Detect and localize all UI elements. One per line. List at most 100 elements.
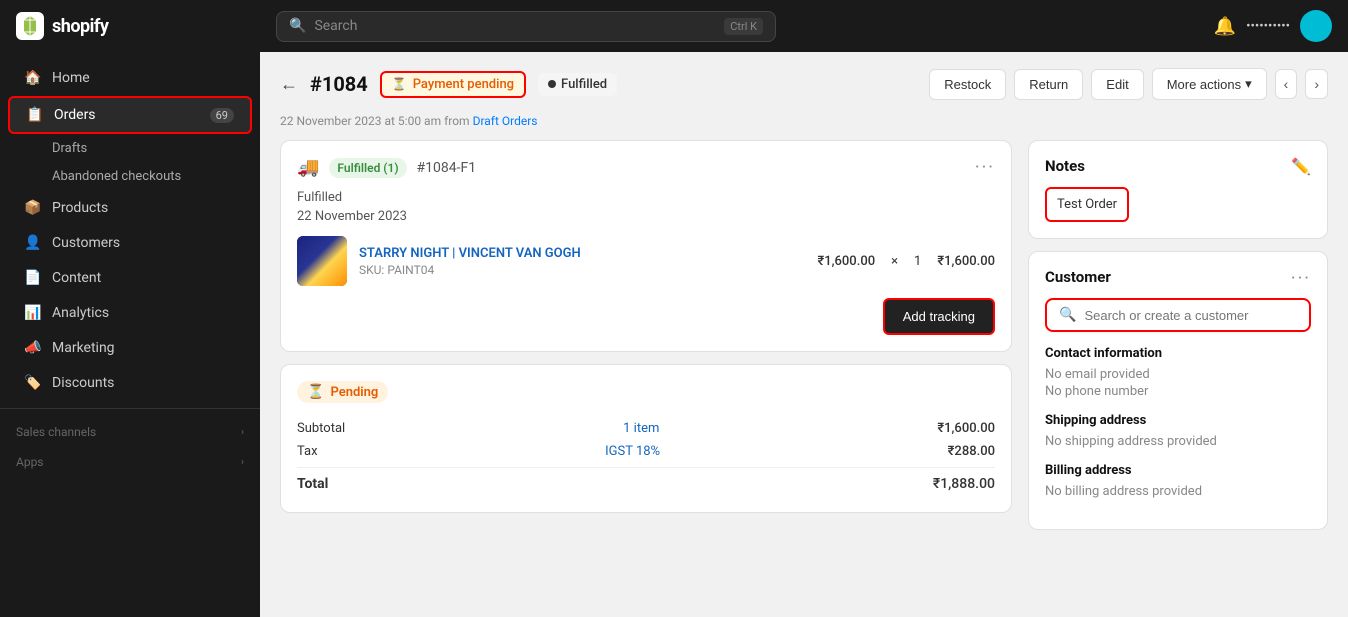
- sidebar-item-analytics[interactable]: 📊 Analytics: [8, 296, 252, 330]
- sidebar-item-content[interactable]: 📄 Content: [8, 261, 252, 295]
- tax-label: Tax: [297, 444, 318, 459]
- sidebar-item-products[interactable]: 📦 Products: [8, 191, 252, 225]
- tax-name: IGST 18%: [605, 444, 660, 459]
- sidebar-item-customers[interactable]: 👤 Customers: [8, 226, 252, 260]
- search-customer-input[interactable]: [1084, 308, 1297, 323]
- sidebar: shopify 🏠 Home 📋 Orders 69 Drafts Abando…: [0, 0, 260, 617]
- two-col-layout: 🚚 Fulfilled (1) #1084-F1 ··· Fulfilled 2…: [280, 140, 1328, 601]
- order-header: ← #1084 ⏳ Payment pending Fulfilled Rest…: [280, 68, 1328, 100]
- customer-card: ··· Customer 🔍 Contact information No em…: [1028, 251, 1328, 530]
- fulfilled-card: 🚚 Fulfilled (1) #1084-F1 ··· Fulfilled 2…: [280, 140, 1012, 352]
- sidebar-item-orders[interactable]: 📋 Orders 69: [8, 96, 252, 134]
- tax-row: Tax IGST 18% ₹288.00: [297, 440, 995, 463]
- fulfilled-order-id: #1084-F1: [417, 160, 477, 176]
- truck-icon: 🚚: [297, 157, 319, 178]
- sidebar-label-marketing: Marketing: [52, 340, 115, 356]
- search-customer-field[interactable]: 🔍: [1045, 298, 1311, 332]
- apps-label: Apps: [16, 455, 44, 469]
- product-name[interactable]: STARRY NIGHT | VINCENT VAN GOGH: [359, 246, 805, 261]
- no-billing-text: No billing address provided: [1045, 484, 1311, 499]
- pending-icon: ⏳: [307, 384, 324, 400]
- analytics-icon: 📊: [24, 304, 42, 322]
- more-actions-label: More actions: [1167, 77, 1241, 92]
- subtotal-value: ₹1,600.00: [937, 421, 995, 436]
- customer-more-icon[interactable]: ···: [1291, 268, 1311, 289]
- billing-title: Billing address: [1045, 463, 1311, 478]
- order-source-link[interactable]: Draft Orders: [473, 114, 538, 128]
- user-name: ••••••••••: [1246, 19, 1290, 34]
- sidebar-label-content: Content: [52, 270, 101, 286]
- add-tracking-button[interactable]: Add tracking: [883, 298, 995, 335]
- back-button[interactable]: ←: [280, 74, 298, 95]
- col-main: 🚚 Fulfilled (1) #1084-F1 ··· Fulfilled 2…: [280, 140, 1012, 601]
- sidebar-item-drafts[interactable]: Drafts: [8, 135, 252, 162]
- chevron-right-icon-apps: ›: [241, 457, 244, 468]
- sidebar-sales-channels[interactable]: Sales channels ›: [0, 417, 260, 447]
- subtotal-label: Subtotal: [297, 421, 345, 436]
- sidebar-item-abandoned[interactable]: Abandoned checkouts: [8, 163, 252, 190]
- sidebar-item-discounts[interactable]: 🏷️ Discounts: [8, 366, 252, 400]
- col-side: Notes ✏️ Test Order ··· Customer 🔍 Conta…: [1028, 140, 1328, 601]
- next-order-button[interactable]: ›: [1305, 69, 1328, 99]
- bell-icon[interactable]: 🔔: [1214, 16, 1236, 37]
- sidebar-label-drafts: Drafts: [52, 141, 87, 156]
- total-label: Total: [297, 476, 328, 492]
- app-name: shopify: [52, 16, 108, 37]
- fulfilled-date-text: 22 November 2023: [297, 209, 995, 224]
- sidebar-label-analytics: Analytics: [52, 305, 109, 321]
- billing-section: Billing address No billing address provi…: [1045, 463, 1311, 499]
- subtotal-qty: 1 item: [623, 421, 659, 436]
- order-header-actions: Restock Return Edit More actions ▾ ‹ ›: [929, 68, 1328, 100]
- topbar: 🔍 Search Ctrl K 🔔 ••••••••••: [260, 0, 1348, 52]
- sidebar-apps[interactable]: Apps ›: [0, 447, 260, 477]
- more-actions-button[interactable]: More actions ▾: [1152, 68, 1267, 100]
- search-bar[interactable]: 🔍 Search Ctrl K: [276, 11, 776, 42]
- fulfillment-status-label: Fulfilled: [561, 77, 607, 92]
- customers-icon: 👤: [24, 234, 42, 252]
- fulfilled-status-text: Fulfilled: [297, 190, 995, 205]
- no-phone-text: No phone number: [1045, 384, 1311, 399]
- orders-badge: 69: [210, 108, 234, 123]
- product-total-price: ₹1,600.00: [937, 254, 995, 269]
- pending-label: Pending: [330, 385, 378, 400]
- notes-card: Notes ✏️ Test Order: [1028, 140, 1328, 239]
- fulfilled-badge: Fulfilled (1): [329, 158, 406, 178]
- sidebar-label-discounts: Discounts: [52, 375, 114, 391]
- sidebar-header: shopify: [0, 0, 260, 52]
- contact-section: Contact information No email provided No…: [1045, 346, 1311, 399]
- topbar-actions: 🔔 ••••••••••: [1214, 10, 1332, 42]
- shipping-section: Shipping address No shipping address pro…: [1045, 413, 1311, 449]
- search-customer-icon: 🔍: [1059, 307, 1076, 323]
- search-placeholder: Search: [314, 18, 357, 34]
- fulfilled-card-header: 🚚 Fulfilled (1) #1084-F1 ···: [297, 157, 995, 178]
- sidebar-label-abandoned: Abandoned checkouts: [52, 169, 181, 184]
- app-logo[interactable]: shopify: [16, 12, 108, 40]
- products-icon: 📦: [24, 199, 42, 217]
- order-title: #1084: [310, 72, 368, 96]
- content-icon: 📄: [24, 269, 42, 287]
- edit-note-icon[interactable]: ✏️: [1291, 157, 1311, 176]
- marketing-icon: 📣: [24, 339, 42, 357]
- customer-section-title: Customer: [1045, 268, 1311, 286]
- pending-badge: ⏳ Pending: [297, 381, 388, 403]
- payment-pending-icon: ⏳: [392, 77, 407, 91]
- return-button[interactable]: Return: [1014, 69, 1083, 100]
- order-date-text: 22 November 2023 at 5:00 am: [280, 114, 441, 128]
- sidebar-item-marketing[interactable]: 📣 Marketing: [8, 331, 252, 365]
- product-multiply-icon: ×: [891, 254, 898, 269]
- payment-status-badge: ⏳ Payment pending: [380, 71, 526, 98]
- chevron-right-icon: ›: [241, 427, 244, 438]
- sidebar-label-customers: Customers: [52, 235, 120, 251]
- avatar[interactable]: [1300, 10, 1332, 42]
- edit-button[interactable]: Edit: [1091, 69, 1143, 100]
- search-icon: 🔍: [289, 18, 306, 34]
- sidebar-item-home[interactable]: 🏠 Home: [8, 61, 252, 95]
- prev-order-button[interactable]: ‹: [1275, 69, 1298, 99]
- product-sku: SKU: PAINT04: [359, 263, 805, 277]
- pending-card: ⏳ Pending Subtotal 1 item ₹1,600.00 Tax …: [280, 364, 1012, 513]
- total-row: Total ₹1,888.00: [297, 467, 995, 496]
- restock-button[interactable]: Restock: [929, 69, 1006, 100]
- main-content: 🔍 Search Ctrl K 🔔 •••••••••• ← #1084 ⏳ P…: [260, 0, 1348, 617]
- fulfilled-more-icon[interactable]: ···: [975, 157, 995, 178]
- sidebar-label-orders: Orders: [54, 107, 96, 123]
